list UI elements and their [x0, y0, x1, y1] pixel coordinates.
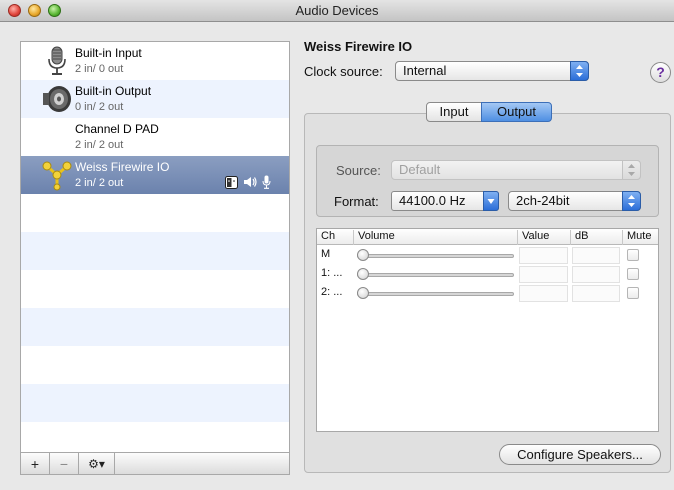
- format-rate-value: 44100.0 Hz: [399, 193, 466, 208]
- mute-checkbox[interactable]: [627, 249, 639, 261]
- gear-menu-button[interactable]: ⚙▾: [79, 453, 115, 474]
- volume-slider-knob[interactable]: [357, 249, 369, 261]
- format-bits-value: 2ch-24bit: [516, 193, 570, 208]
- device-channels: 0 in/ 2 out: [75, 101, 124, 113]
- device-status-icons: [225, 175, 271, 189]
- channel-name: M: [321, 248, 331, 260]
- volume-slider[interactable]: [357, 273, 514, 277]
- volume-value-field[interactable]: [519, 247, 568, 264]
- configure-speakers-button[interactable]: Configure Speakers...: [499, 444, 661, 465]
- device-name: Built-in Output: [75, 84, 152, 98]
- column-header-value[interactable]: Value: [517, 230, 570, 245]
- tab-output[interactable]: Output: [481, 102, 552, 122]
- volume-slider[interactable]: [357, 292, 514, 296]
- speaker-volume-icon: [244, 177, 257, 187]
- table-row: 1: ...: [317, 265, 658, 284]
- device-name: Channel D PAD: [75, 122, 159, 136]
- microphone-icon: [48, 46, 66, 75]
- device-title: Weiss Firewire IO: [304, 39, 413, 54]
- clock-source-value: Internal: [403, 63, 447, 78]
- clock-source-popup[interactable]: Internal: [395, 61, 589, 81]
- device-list-toolbar: + − ⚙▾: [20, 453, 290, 475]
- table-row: 2: ...: [317, 284, 658, 303]
- device-row-channel-d-pad[interactable]: Channel D PAD 2 in/ 2 out: [21, 118, 289, 156]
- device-row-built-in-output[interactable]: Built-in Output 0 in/ 2 out: [21, 80, 289, 118]
- db-value-field[interactable]: [572, 266, 620, 283]
- add-device-button[interactable]: +: [21, 453, 50, 474]
- clock-source-label: Clock source:: [304, 64, 383, 79]
- device-row-built-in-input[interactable]: Built-in Input 2 in/ 0 out: [21, 42, 289, 80]
- volume-slider-knob[interactable]: [357, 287, 369, 299]
- table-header: Ch Volume Value dB Mute: [317, 229, 658, 245]
- title-bar: Audio Devices: [0, 0, 674, 22]
- device-channels: 2 in/ 0 out: [75, 63, 124, 75]
- db-value-field[interactable]: [572, 247, 620, 264]
- window-title: Audio Devices: [295, 3, 379, 18]
- microphone-icon: [262, 175, 271, 189]
- finder-icon: [225, 175, 238, 189]
- channel-name: 2: ...: [321, 286, 343, 298]
- source-value: Default: [399, 162, 441, 177]
- empty-row: [21, 308, 289, 346]
- device-name: Built-in Input: [75, 46, 142, 60]
- source-label: Source:: [336, 163, 381, 178]
- chevron-down-icon: [483, 191, 499, 211]
- device-name: Weiss Firewire IO: [75, 160, 170, 174]
- device-list[interactable]: Built-in Input 2 in/ 0 out Built-in Outp…: [20, 41, 290, 453]
- device-row-weiss-firewire-io[interactable]: Weiss Firewire IO 2 in/ 2 out: [21, 156, 289, 194]
- empty-row: [21, 384, 289, 422]
- tab-input[interactable]: Input: [426, 102, 482, 122]
- device-channels: 2 in/ 2 out: [75, 177, 124, 189]
- mute-checkbox[interactable]: [627, 268, 639, 280]
- mute-checkbox[interactable]: [627, 287, 639, 299]
- empty-row: [21, 232, 289, 270]
- table-row: M: [317, 246, 658, 265]
- format-rate-popup[interactable]: 44100.0 Hz: [391, 191, 499, 211]
- popup-arrows-icon: [622, 191, 641, 211]
- source-popup[interactable]: Default: [391, 160, 641, 180]
- remove-device-button[interactable]: −: [50, 453, 79, 474]
- column-header-mute[interactable]: Mute: [622, 230, 658, 245]
- channel-name: 1: ...: [321, 267, 343, 279]
- help-button[interactable]: ?: [650, 62, 671, 83]
- channel-volume-table: Ch Volume Value dB Mute M 1: ... 2: ...: [316, 228, 659, 432]
- popup-arrows-icon: [570, 61, 589, 81]
- popup-arrows-icon: [622, 160, 641, 180]
- firewire-icon: [42, 161, 72, 191]
- format-label: Format:: [334, 194, 379, 209]
- volume-value-field[interactable]: [519, 285, 568, 302]
- volume-value-field[interactable]: [519, 266, 568, 283]
- column-header-volume[interactable]: Volume: [353, 230, 517, 245]
- speaker-icon: [43, 86, 71, 112]
- column-header-db[interactable]: dB: [570, 230, 622, 245]
- device-channels: 2 in/ 2 out: [75, 139, 124, 151]
- volume-slider-knob[interactable]: [357, 268, 369, 280]
- column-header-ch[interactable]: Ch: [317, 230, 353, 245]
- volume-slider[interactable]: [357, 254, 514, 258]
- db-value-field[interactable]: [572, 285, 620, 302]
- format-bits-popup[interactable]: 2ch-24bit: [508, 191, 641, 211]
